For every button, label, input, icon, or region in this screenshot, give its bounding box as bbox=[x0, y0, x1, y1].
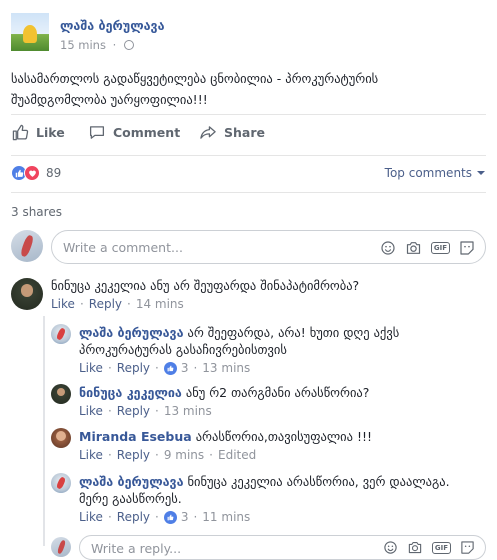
post: ლაშა ბერულავა 15 mins · სასამართლოს გადა… bbox=[0, 0, 497, 560]
camera-icon[interactable] bbox=[405, 240, 422, 256]
reply-like-link[interactable]: Like bbox=[79, 510, 103, 524]
like-badge-icon bbox=[163, 361, 177, 375]
reply-thread-line bbox=[43, 316, 45, 546]
reply-like-count[interactable]: 3 bbox=[181, 361, 189, 375]
reply-input-icons: GIF bbox=[383, 540, 475, 555]
like-label: Like bbox=[36, 125, 65, 140]
comment-input[interactable]: Write a comment... GIF bbox=[51, 230, 486, 264]
like-icon bbox=[12, 124, 29, 141]
sticker-icon[interactable] bbox=[460, 540, 475, 555]
comment-button[interactable]: Comment bbox=[88, 124, 180, 141]
reply-body: ლაშა ბერულავა ნინუცა კეკელია არასწორია, … bbox=[79, 474, 450, 489]
comment-label: Comment bbox=[113, 125, 181, 140]
reply-time[interactable]: 9 mins bbox=[164, 448, 204, 462]
share-button[interactable]: Share bbox=[199, 124, 265, 141]
reply-text: ნინუცა კეკელია არასწორია, ვერ დაალაგა. bbox=[187, 474, 450, 489]
current-user-avatar bbox=[11, 230, 43, 262]
caret-down-icon bbox=[477, 171, 485, 175]
reply-text-line2: მერე გაასწორეს. bbox=[79, 491, 182, 506]
reply-reply-link[interactable]: Reply bbox=[117, 404, 150, 418]
reply-avatar[interactable] bbox=[51, 324, 71, 344]
reply-input[interactable]: Write a reply... GIF bbox=[79, 535, 486, 560]
reply-body: Miranda Esebua არასწორია,თავისუფალია !!! bbox=[79, 429, 372, 444]
camera-icon[interactable] bbox=[407, 540, 423, 555]
reactions-summary[interactable]: 89 bbox=[11, 165, 61, 181]
reply-author[interactable]: Miranda Esebua bbox=[79, 429, 192, 444]
globe-icon[interactable] bbox=[123, 40, 134, 50]
divider bbox=[11, 192, 486, 193]
comment-input-icons: GIF bbox=[380, 240, 475, 256]
reply-like-link[interactable]: Like bbox=[79, 404, 103, 418]
reply-edited-label[interactable]: Edited bbox=[218, 448, 256, 462]
like-badge-icon bbox=[163, 510, 177, 524]
reply-author[interactable]: ლაშა ბერულავა bbox=[79, 325, 184, 340]
sticker-icon[interactable] bbox=[459, 240, 475, 256]
comment-text: ანუ არ შეუფარდა შინაპატიმრობა? bbox=[150, 278, 360, 293]
reply-text: არასწორია,თავისუფალია !!! bbox=[195, 429, 372, 444]
smiley-icon[interactable] bbox=[383, 540, 398, 555]
divider bbox=[11, 114, 486, 115]
post-time[interactable]: 15 mins bbox=[60, 38, 106, 52]
reply-actions: Like · Reply · 9 mins · Edited bbox=[79, 448, 257, 462]
commenter-name[interactable]: ნინუცა კეკელია bbox=[51, 278, 146, 293]
reply-author[interactable]: ლაშა ბერულავა bbox=[79, 474, 184, 489]
reply-text-line2: პროკურატურას გასაჩივრებისთვის bbox=[79, 342, 287, 357]
reply-avatar[interactable] bbox=[51, 473, 71, 493]
action-bar: Like Comment Share bbox=[0, 124, 497, 146]
post-body: სასამართლოს გადაწყვეტილება ცნობილია - პრ… bbox=[11, 68, 481, 110]
smiley-icon[interactable] bbox=[380, 240, 396, 256]
comment-actions: Like · Reply · 14 mins bbox=[51, 297, 184, 311]
author-name[interactable]: ლაშა ბერულავა bbox=[60, 18, 165, 33]
comment-icon bbox=[89, 126, 105, 139]
reply-body: ლაშა ბერულავა არ შეეფარდა, არა! ხუთი დღე… bbox=[79, 325, 399, 340]
like-button[interactable]: Like bbox=[12, 124, 65, 141]
share-icon bbox=[200, 126, 216, 139]
reply-text: ანუ რ2 თარგმანი არასწორია? bbox=[185, 385, 370, 400]
reply-like-link[interactable]: Like bbox=[79, 448, 103, 462]
reply-avatar[interactable] bbox=[51, 428, 71, 448]
comment-body: ნინუცა კეკელია ანუ არ შეუფარდა შინაპატიმ… bbox=[51, 278, 359, 293]
gif-icon[interactable]: GIF bbox=[431, 541, 451, 554]
comment-sort-label: Top comments bbox=[384, 166, 472, 180]
reply-text: არ შეეფარდა, არა! ხუთი დღე აქვს bbox=[187, 325, 400, 340]
post-body-line2: შუამდგომლობა უარყოფილია!!! bbox=[11, 92, 208, 107]
reply-reply-link[interactable]: Reply bbox=[117, 361, 150, 375]
comment-time[interactable]: 14 mins bbox=[136, 297, 184, 311]
reply-reply-link[interactable]: Reply bbox=[117, 510, 150, 524]
author-avatar[interactable] bbox=[11, 13, 49, 51]
reply-author[interactable]: ნინუცა კეკელია bbox=[79, 385, 182, 400]
reply-actions: Like · Reply · 13 mins bbox=[79, 404, 212, 418]
share-label: Share bbox=[224, 125, 265, 140]
comment-like-link[interactable]: Like bbox=[51, 297, 75, 311]
comment-placeholder: Write a comment... bbox=[63, 240, 183, 255]
reply-like-count[interactable]: 3 bbox=[181, 510, 189, 524]
comment-reply-link[interactable]: Reply bbox=[89, 297, 122, 311]
reply-avatar[interactable] bbox=[51, 384, 71, 404]
current-user-avatar bbox=[51, 537, 71, 557]
post-body-line1: სასამართლოს გადაწყვეტილება ცნობილია - პრ… bbox=[11, 71, 379, 86]
reply-time[interactable]: 13 mins bbox=[164, 404, 212, 418]
shares-count[interactable]: 3 shares bbox=[11, 205, 62, 219]
reply-time[interactable]: 13 mins bbox=[202, 361, 250, 375]
reply-like-link[interactable]: Like bbox=[79, 361, 103, 375]
reply-reply-link[interactable]: Reply bbox=[117, 448, 150, 462]
reply-placeholder: Write a reply... bbox=[91, 541, 182, 556]
gif-icon[interactable]: GIF bbox=[430, 242, 450, 254]
reaction-count: 89 bbox=[46, 166, 62, 180]
reply-actions: Like · Reply · 3 · 13 mins bbox=[79, 361, 251, 375]
post-meta: 15 mins · bbox=[60, 38, 134, 52]
reply-actions: Like · Reply · 3 · 11 mins bbox=[79, 510, 251, 524]
divider bbox=[11, 155, 486, 156]
love-reaction-icon bbox=[24, 165, 40, 181]
commenter-avatar[interactable] bbox=[11, 278, 43, 310]
reply-time[interactable]: 11 mins bbox=[202, 510, 250, 524]
comment-sort-dropdown[interactable]: Top comments bbox=[385, 166, 485, 180]
reply-body: ნინუცა კეკელია ანუ რ2 თარგმანი არასწორია… bbox=[79, 385, 369, 400]
